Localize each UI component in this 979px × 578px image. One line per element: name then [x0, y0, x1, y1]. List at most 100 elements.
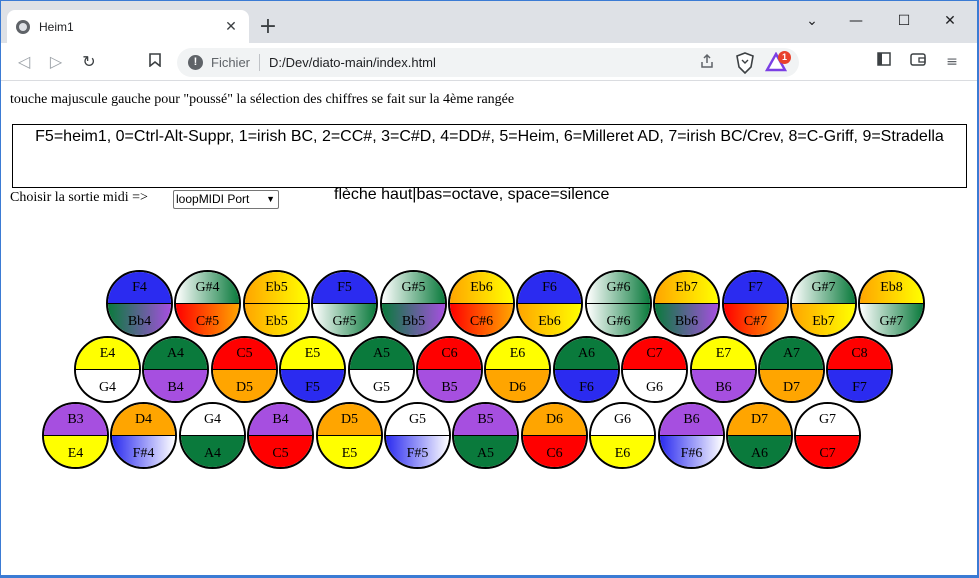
- accordion-button[interactable]: Eb6 C#6: [448, 270, 515, 337]
- accordion-button[interactable]: G#4 C#5: [174, 270, 241, 337]
- pull-note-label: F6: [542, 280, 557, 295]
- pull-half: F7: [724, 272, 787, 304]
- push-half: B5: [418, 369, 481, 401]
- accordion-button[interactable]: A4 B4: [142, 336, 209, 403]
- accordion-button[interactable]: G5 F#5: [384, 402, 451, 469]
- accordion-button[interactable]: A5 G5: [348, 336, 415, 403]
- accordion-button[interactable]: G#7 Eb7: [790, 270, 857, 337]
- menu-icon[interactable]: ≡: [941, 52, 963, 72]
- accordion-button[interactable]: D5 E5: [316, 402, 383, 469]
- address-bar[interactable]: ! Fichier D:/Dev/diato-main/index.html 1: [177, 48, 799, 77]
- share-icon[interactable]: [697, 53, 717, 73]
- push-note-label: B6: [715, 379, 732, 395]
- accordion-button[interactable]: F4 Bb4: [106, 270, 173, 337]
- push-half: B6: [692, 369, 755, 401]
- rewards-icon[interactable]: 1: [764, 51, 791, 74]
- accordion-button[interactable]: G#6 G#6: [585, 270, 652, 337]
- push-note-label: F7: [852, 379, 867, 395]
- push-note-label: G4: [98, 379, 117, 395]
- pull-half: G5: [386, 404, 449, 436]
- pull-note-label: B3: [67, 412, 84, 427]
- push-note-label: B4: [167, 379, 184, 395]
- pull-half: E5: [281, 338, 344, 370]
- new-tab-button[interactable]: +: [255, 15, 281, 41]
- push-note-label: E4: [67, 445, 84, 461]
- pull-note-label: A6: [577, 346, 596, 361]
- wallet-icon[interactable]: [907, 52, 929, 72]
- accordion-button[interactable]: B5 A5: [452, 402, 519, 469]
- accordion-button[interactable]: Eb7 Bb6: [653, 270, 720, 337]
- accordion-button[interactable]: A7 D7: [758, 336, 825, 403]
- accordion-button[interactable]: E5 F5: [279, 336, 346, 403]
- accordion-button[interactable]: C7 G6: [621, 336, 688, 403]
- push-half: F6: [555, 369, 618, 401]
- chevron-down-icon[interactable]: ⌄: [797, 9, 827, 33]
- sidebar-icon[interactable]: [873, 52, 895, 72]
- accordion-button[interactable]: Eb8 G#7: [858, 270, 925, 337]
- accordion-button[interactable]: D7 A6: [726, 402, 793, 469]
- accordion-button[interactable]: G7 C7: [794, 402, 861, 469]
- push-note-label: A6: [750, 445, 769, 461]
- brave-shield-icon[interactable]: [735, 52, 755, 75]
- accordion-button[interactable]: G#5 Bb5: [380, 270, 447, 337]
- pull-half: D7: [728, 404, 791, 436]
- accordion-button[interactable]: E6 D6: [484, 336, 551, 403]
- minimize-button[interactable]: —: [841, 9, 871, 33]
- accordion-button[interactable]: E7 B6: [690, 336, 757, 403]
- accordion-button[interactable]: F6 Eb6: [516, 270, 583, 337]
- push-half: C#5: [176, 303, 239, 335]
- pull-half: F4: [108, 272, 171, 304]
- accordion-button[interactable]: F5 G#5: [311, 270, 378, 337]
- push-half: B4: [144, 369, 207, 401]
- accordion-button[interactable]: A6 F6: [553, 336, 620, 403]
- push-note-label: F#6: [680, 445, 703, 461]
- bookmark-icon[interactable]: [144, 51, 166, 73]
- accordion-button[interactable]: B4 C5: [247, 402, 314, 469]
- close-tab-icon[interactable]: ✕: [221, 17, 241, 37]
- pull-note-label: A7: [782, 346, 801, 361]
- pull-half: F5: [313, 272, 376, 304]
- pull-note-label: E6: [509, 346, 526, 361]
- info-icon[interactable]: !: [188, 55, 203, 70]
- maximize-button[interactable]: ☐: [889, 9, 919, 33]
- pull-note-label: F4: [132, 280, 147, 295]
- push-note-label: G#6: [606, 313, 631, 329]
- pull-note-label: G#4: [195, 280, 220, 295]
- accordion-button[interactable]: C5 D5: [211, 336, 278, 403]
- push-half: C5: [249, 435, 312, 467]
- accordion-button[interactable]: B6 F#6: [658, 402, 725, 469]
- push-half: G4: [76, 369, 139, 401]
- back-icon[interactable]: ◁: [13, 51, 35, 73]
- globe-icon: [16, 20, 30, 34]
- close-window-button[interactable]: ✕: [935, 9, 965, 33]
- accordion-button[interactable]: D4 F#4: [110, 402, 177, 469]
- accordion-button[interactable]: Eb5 Eb5: [243, 270, 310, 337]
- accordion-button[interactable]: G6 E6: [589, 402, 656, 469]
- accordion-button[interactable]: G4 A4: [179, 402, 246, 469]
- forward-icon[interactable]: ▷: [45, 51, 67, 73]
- pull-half: Eb5: [245, 272, 308, 304]
- push-half: G6: [623, 369, 686, 401]
- push-half: C#7: [724, 303, 787, 335]
- accordion-button[interactable]: F7 C#7: [722, 270, 789, 337]
- accordion-button[interactable]: C6 B5: [416, 336, 483, 403]
- accordion-button[interactable]: E4 G4: [74, 336, 141, 403]
- push-note-label: B5: [441, 379, 458, 395]
- tab-heim1[interactable]: Heim1 ✕: [7, 10, 249, 44]
- reload-icon[interactable]: ↻: [78, 51, 100, 73]
- url-text[interactable]: D:/Dev/diato-main/index.html: [269, 55, 436, 70]
- pull-half: E6: [486, 338, 549, 370]
- push-note-label: Eb5: [265, 313, 288, 329]
- pull-note-label: E5: [304, 346, 321, 361]
- accordion-button[interactable]: B3 E4: [42, 402, 109, 469]
- pull-note-label: Eb8: [880, 280, 903, 295]
- pull-half: C8: [828, 338, 891, 370]
- push-half: Bb4: [108, 303, 171, 335]
- pull-half: G#6: [587, 272, 650, 304]
- accordion-button[interactable]: D6 C6: [521, 402, 588, 469]
- push-note-label: C7: [819, 445, 836, 461]
- accordion-button[interactable]: C8 F7: [826, 336, 893, 403]
- push-half: E5: [318, 435, 381, 467]
- push-note-label: F#5: [406, 445, 429, 461]
- push-note-label: E5: [341, 445, 358, 461]
